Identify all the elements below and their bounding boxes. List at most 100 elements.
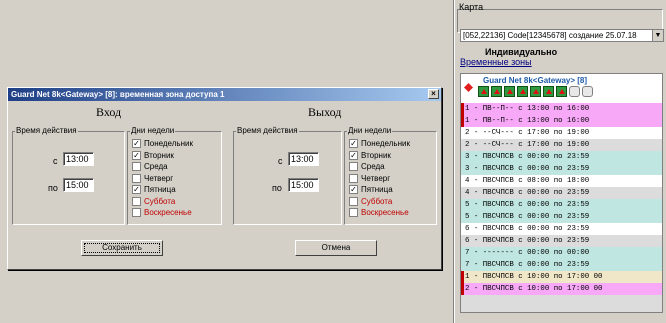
zone-row[interactable]: 7 - ПВСЧПСВ с 00:00 по 23:59 [461,259,662,271]
list-filler [461,295,662,312]
day-checkbox[interactable]: ✓ Вторник [132,150,174,161]
empty-slot-icon[interactable] [582,86,593,97]
day-checkbox[interactable]: ✓ Пятница [349,184,393,195]
entry-days-group-label: Дни недели [130,126,176,135]
zone-flag-icon[interactable] [517,86,528,97]
day-checkbox[interactable]: ✓ Вторник [349,150,391,161]
entry-from-field[interactable]: 13:00 [63,152,94,166]
day-label: Вторник [144,150,174,160]
zone-flag-icon[interactable] [491,86,502,97]
day-checkbox[interactable]: ✓ Понедельник [349,138,410,149]
day-checkbox[interactable]: Среда [132,161,168,172]
checkbox-box[interactable] [132,162,141,171]
map-combo[interactable]: [052,22136] Code[12345678] создание 25.0… [460,29,664,42]
day-label: Пятница [144,185,176,194]
checkmark-icon[interactable]: ✓ [132,185,141,194]
entry-days-group: Дни недели ✓ Понедельник ✓ Вторник Среда Четв… [127,126,222,225]
zone-row[interactable]: 6 - ПВСЧПСВ с 00:00 по 23:59 [461,235,662,247]
day-label: Понедельник [144,139,193,148]
zone-row[interactable]: 3 - ПВСЧПСВ с 00:00 по 23:59 [461,163,662,175]
map-legend: Карта [459,2,484,12]
zone-flag-icon[interactable] [530,86,541,97]
day-checkbox[interactable]: ✓ Пятница [132,184,176,195]
zone-row[interactable]: 2 - --СЧ--- с 17:00 по 19:00 [461,139,662,151]
day-label: Среда [361,162,385,171]
day-checkbox[interactable]: Четверг [132,173,173,184]
time-zone-list[interactable]: Guard Net 8k<Gateway> [8] 1 - ПВ--П-- с … [460,73,663,313]
checkmark-icon[interactable]: ✓ [349,139,358,148]
day-checkbox[interactable]: Среда [349,161,385,172]
exit-time-group-label: Время действия [236,126,299,135]
entry-to-label: по [48,183,58,193]
cancel-button[interactable]: Отмена [295,240,377,256]
diamond-icon[interactable] [464,83,473,92]
zone-row[interactable]: 3 - ПВСЧПСВ с 00:00 по 23:59 [461,151,662,163]
zone-toolbar [478,86,593,97]
day-label: Вторник [361,150,391,160]
day-checkbox[interactable]: Суббота [349,196,392,207]
exit-time-group: Время действия с 13:00 по 15:00 [233,126,342,225]
entry-to-field[interactable]: 15:00 [63,178,94,192]
exit-heading: Выход [308,105,342,119]
checkbox-box[interactable] [349,173,358,183]
checkbox-box[interactable] [349,208,358,217]
chevron-down-icon[interactable]: ▼ [652,30,663,41]
checkbox-box[interactable] [132,208,141,217]
zone-row[interactable]: 4 - ПВСЧПСВ с 00:00 по 23:59 [461,187,662,199]
day-label: Воскресенье [361,208,409,217]
day-checkbox[interactable]: Воскресенье [349,207,409,218]
day-label: Четверг [361,173,391,183]
day-label: Понедельник [361,139,410,148]
close-icon[interactable]: × [428,89,439,99]
exit-days-group: Дни недели ✓ Понедельник ✓ Вторник Среда Четв… [344,126,437,225]
mode-label: Индивидуально [485,47,558,57]
zone-row[interactable]: 2 - --СЧ--- с 17:00 по 19:00 [461,127,662,139]
zone-row[interactable]: 2 - ПВСЧПСВ с 10:00 по 17:00 00 [461,283,662,295]
zone-flag-icon[interactable] [556,86,567,97]
zone-row[interactable]: 6 - ПВСЧПСВ с 00:00 по 23:59 [461,223,662,235]
time-zone-dialog: Guard Net 8k<Gateway> [8]: временная зон… [7,87,442,270]
day-checkbox[interactable]: Воскресенье [132,207,192,218]
checkmark-icon[interactable]: ✓ [349,185,358,194]
checkmark-icon[interactable]: ✓ [349,150,358,160]
zone-row[interactable]: 5 - ПВСЧПСВ с 00:00 по 23:59 [461,211,662,223]
dialog-titlebar[interactable]: Guard Net 8k<Gateway> [8]: временная зон… [8,88,441,101]
day-checkbox[interactable]: ✓ Понедельник [132,138,193,149]
save-button[interactable]: Сохранить [81,240,163,256]
exit-from-field[interactable]: 13:00 [288,152,319,166]
day-checkbox[interactable]: Четверг [349,173,390,184]
day-checkbox[interactable]: Суббота [132,196,175,207]
exit-to-field[interactable]: 15:00 [288,178,319,192]
zone-flag-icon[interactable] [543,86,554,97]
day-label: Суббота [144,196,176,206]
checkbox-box[interactable] [349,162,358,171]
zone-row[interactable]: 7 - ------- с 00:00 по 00:00 [461,247,662,259]
zone-row[interactable]: 1 - ПВ--П-- с 13:00 по 16:00 [461,115,662,127]
zone-flag-icon[interactable] [504,86,515,97]
zone-flag-icon[interactable] [478,86,489,97]
entry-time-group: Время действия с 13:00 по 15:00 [12,126,125,225]
entry-from-label: с [53,156,58,166]
day-label: Среда [144,162,168,171]
checkmark-icon[interactable]: ✓ [132,150,141,160]
day-label: Воскресенье [144,208,192,217]
day-label: Пятница [361,185,393,194]
checkbox-box[interactable] [349,196,358,206]
controller-title: Guard Net 8k<Gateway> [8] [483,76,588,85]
zone-row[interactable]: 1 - ПВСЧПСВ с 10:00 по 17:00 00 [461,271,662,283]
exit-from-label: с [278,156,283,166]
exit-days-group-label: Дни недели [347,126,393,135]
exit-to-label: по [272,183,282,193]
zone-row[interactable]: 1 - ПВ--П-- с 13:00 по 16:00 [461,103,662,115]
zone-row[interactable]: 5 - ПВСЧПСВ с 00:00 по 23:59 [461,199,662,211]
zone-row[interactable]: 4 - ПВСЧПСВ с 08:00 по 18:00 [461,175,662,187]
list-header: Guard Net 8k<Gateway> [8] [461,74,662,103]
checkmark-icon[interactable]: ✓ [132,139,141,148]
time-zones-link[interactable]: Временные зоны [460,57,532,67]
day-label: Суббота [361,196,393,206]
map-combo-value: [052,22136] Code[12345678] создание 25.0… [463,31,637,40]
checkbox-box[interactable] [132,173,141,183]
zone-rows: 1 - ПВ--П-- с 13:00 по 16:00 1 - ПВ--П-- … [461,103,662,312]
empty-slot-icon[interactable] [569,86,580,97]
checkbox-box[interactable] [132,196,141,206]
